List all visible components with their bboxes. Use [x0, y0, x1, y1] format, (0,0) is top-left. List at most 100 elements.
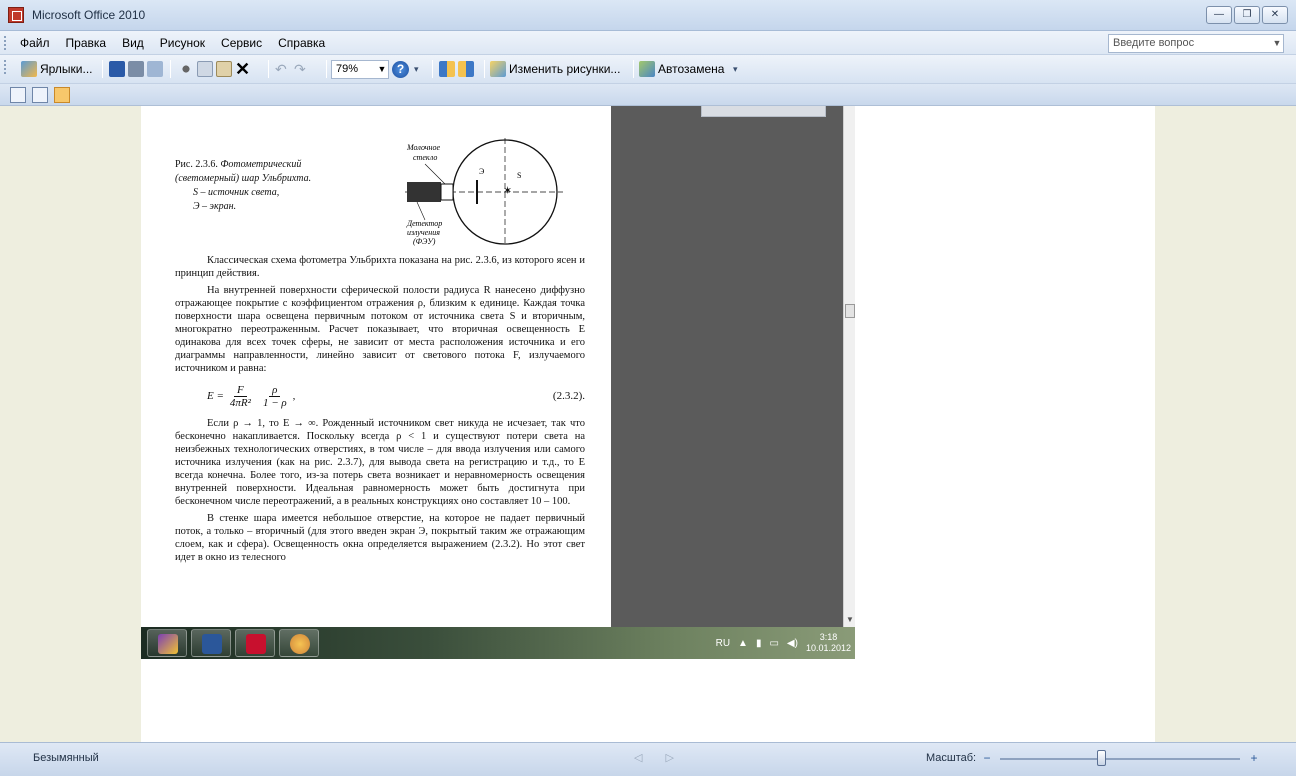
onenote-icon [158, 634, 178, 654]
undo-icon[interactable]: ↶ [275, 61, 291, 77]
file-name: Безымянный [33, 752, 99, 764]
toolbar-separator [484, 60, 485, 78]
scroll-down-icon[interactable]: ▼ [846, 615, 854, 624]
shortcuts-button[interactable]: Ярлыки... [18, 58, 96, 80]
edit-pictures-button[interactable]: Изменить рисунки... [487, 58, 623, 80]
clock-date: 10.01.2012 [805, 643, 851, 653]
clock-time: 3:18 [819, 632, 838, 642]
paragraph-4: В стенке шара имеется небольшое отверсти… [175, 513, 585, 563]
thumbnail-view-icon[interactable] [10, 87, 26, 103]
toolbar-separator [326, 60, 327, 78]
toolbar-options-icon[interactable]: ▾ [733, 64, 738, 75]
label-milk-glass-2: стекло [413, 153, 437, 162]
acrobat-icon [246, 634, 266, 654]
paint-icon [290, 634, 310, 654]
save-icon[interactable] [109, 61, 125, 77]
autoreplace-icon [639, 61, 655, 77]
autoreplace-button[interactable]: Автозамена [636, 58, 727, 80]
zoom-slider-track[interactable] [1000, 758, 1240, 760]
figure-caption: Рис. 2.3.6. Фотометрический (светомерный… [175, 158, 355, 214]
menu-file[interactable]: Файл [14, 35, 56, 51]
paragraph-1: Классическая схема фотометра Ульбрихта п… [175, 255, 585, 279]
file-tools [106, 58, 166, 80]
svg-text:✶: ✶ [503, 184, 512, 197]
taskbar-acrobat-button[interactable] [235, 629, 275, 657]
taskbar-onenote-button[interactable] [147, 629, 187, 657]
menu-grip[interactable] [4, 36, 7, 50]
redo-icon[interactable]: ↷ [294, 61, 310, 77]
history-tools: ↶ ↷ [272, 58, 313, 80]
minimize-button[interactable]: — [1206, 6, 1232, 24]
caption-lead: Рис. 2.3.6. [175, 159, 218, 170]
system-tray: RU ▲ ▮ ▭ ◀) 3:18 10.01.2012 [716, 627, 851, 659]
paragraph-2: На внутренней поверхности сферической по… [175, 285, 585, 374]
picture-scrollbar[interactable]: ▼ [843, 106, 855, 627]
chevron-down-icon[interactable]: ▼ [376, 61, 388, 78]
restore-button[interactable]: ❐ [1234, 6, 1260, 24]
toolbar-grip[interactable] [4, 60, 7, 74]
label-screen: Э [479, 167, 484, 176]
fraction-2-numerator: ρ [269, 384, 281, 397]
menu-tools[interactable]: Сервис [215, 35, 268, 51]
shortcut-icon [21, 61, 37, 77]
toolbar-separator [170, 60, 171, 78]
scrollbar-thumb[interactable] [845, 304, 855, 318]
rotate-left-icon[interactable] [439, 61, 455, 77]
fraction-1: F 4πR² [227, 384, 254, 409]
app-icon[interactable] [8, 7, 24, 23]
menu-picture[interactable]: Рисунок [154, 35, 211, 51]
rotate-tools [436, 58, 477, 80]
copy-icon[interactable] [197, 61, 213, 77]
paste-icon[interactable] [216, 61, 232, 77]
picture-nav-arrows[interactable]: ◁ ▷ [634, 751, 684, 764]
window-controls: — ❐ ✕ [1206, 6, 1288, 24]
delete-icon[interactable]: ✕ [235, 60, 251, 78]
cut-icon[interactable] [178, 61, 194, 77]
shortcuts-label: Ярлыки... [40, 62, 93, 76]
fraction-1-denominator: 4πR² [229, 396, 251, 409]
ask-question-input[interactable]: Введите вопрос ▼ [1108, 34, 1284, 53]
menu-edit[interactable]: Правка [60, 35, 113, 51]
status-bar: Безымянный ◁ ▷ Масштаб: − + [0, 742, 1296, 776]
network-icon[interactable]: ▭ [769, 638, 778, 649]
filmstrip-view-icon[interactable] [32, 87, 48, 103]
zoom-slider-thumb[interactable] [1096, 750, 1106, 766]
zoom-in-icon[interactable]: + [1246, 750, 1262, 766]
rotate-right-icon[interactable] [458, 61, 474, 77]
toolbar-separator [268, 60, 269, 78]
clock[interactable]: 3:18 10.01.2012 [806, 632, 851, 654]
toolbar-options-icon[interactable]: ▾ [414, 64, 419, 75]
language-indicator[interactable]: RU [716, 638, 730, 649]
print-icon[interactable] [128, 61, 144, 77]
autoreplace-label: Автозамена [658, 62, 725, 76]
equation-number: (2.3.2). [552, 389, 585, 402]
dark-viewer-panel [611, 106, 843, 627]
close-button[interactable]: ✕ [1262, 6, 1288, 24]
taskbar-word-button[interactable] [191, 629, 231, 657]
zoom-out-icon[interactable]: − [979, 750, 995, 766]
power-icon[interactable]: ▮ [756, 638, 762, 649]
help-icon[interactable]: ? [392, 61, 409, 78]
formula-2-3-2: E = F 4πR² ρ 1 − ρ , (2.3.2). [207, 379, 585, 413]
fraction-1-numerator: F [234, 384, 247, 397]
document-body: Классическая схема фотометра Ульбрихта п… [175, 254, 585, 568]
document-page: Рис. 2.3.6. Фотометрический (светомерный… [175, 106, 585, 626]
zoom-value: 79% [336, 63, 359, 75]
caption-source: S – источник света, [193, 187, 280, 198]
menu-view[interactable]: Вид [116, 35, 150, 51]
zoom-select[interactable]: 79% ▼ [331, 60, 389, 79]
menu-help[interactable]: Справка [272, 35, 331, 51]
preview-icon[interactable] [147, 61, 163, 77]
single-picture-view-icon[interactable] [54, 87, 70, 103]
taskbar-paint-button[interactable] [279, 629, 319, 657]
fraction-2: ρ 1 − ρ [260, 384, 290, 409]
label-milk-glass-1: Молочное [406, 143, 441, 152]
clipboard-tools: ✕ [175, 58, 254, 80]
volume-icon[interactable]: ◀) [787, 638, 798, 649]
chevron-down-icon[interactable]: ▼ [1271, 35, 1283, 52]
tray-expand-icon[interactable]: ▲ [738, 638, 748, 649]
canvas-margin-right [1155, 106, 1288, 742]
toolbar-separator [102, 60, 103, 78]
word-icon [202, 634, 222, 654]
standard-toolbar: Ярлыки... ✕ ↶ ↷ Изменить рисунки... Авто… [0, 55, 1296, 84]
